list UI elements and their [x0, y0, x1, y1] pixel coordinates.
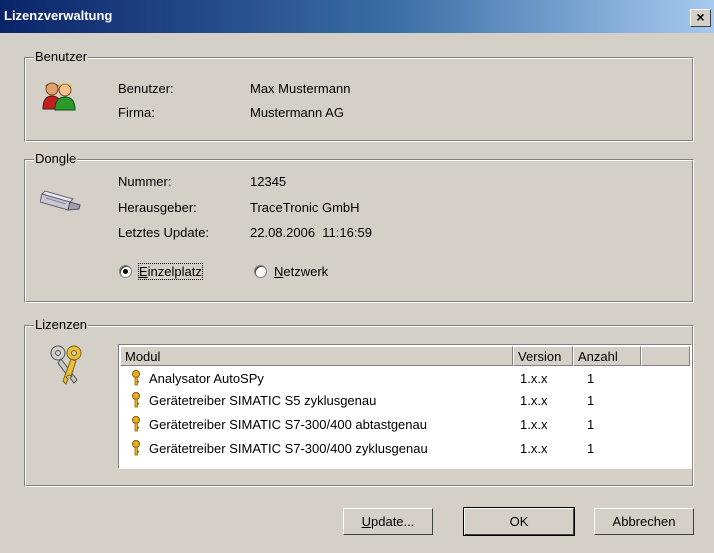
- radio-netzwerk[interactable]: Netzwerk: [254, 262, 354, 282]
- key-icon: [132, 416, 140, 432]
- modul-cell: Analysator AutoSPy: [149, 371, 264, 386]
- column-header-anzahl[interactable]: Anzahl: [573, 346, 641, 366]
- radio-netzwerk-circle[interactable]: [254, 265, 267, 278]
- publisher-label: Herausgeber:: [118, 200, 197, 215]
- user-value: Max Mustermann: [250, 81, 351, 96]
- key-icon: [132, 392, 140, 408]
- column-header-version[interactable]: Version: [513, 346, 573, 366]
- close-button[interactable]: ×: [690, 9, 711, 27]
- ok-button[interactable]: OK: [463, 507, 575, 536]
- benutzer-group: Benutzer: [24, 49, 694, 142]
- table-row[interactable]: Analysator AutoSPy 1.x.x 1: [121, 369, 689, 388]
- table-row[interactable]: Gerätetreiber SIMATIC S7-300/400 abtastg…: [121, 415, 689, 434]
- publisher-value: TraceTronic GmbH: [250, 200, 360, 215]
- anzahl-cell: 1: [587, 393, 595, 408]
- lizenzen-legend: Lizenzen: [34, 317, 89, 332]
- update-button[interactable]: Update...: [343, 508, 433, 535]
- dongle-legend: Dongle: [34, 151, 78, 166]
- modul-cell: Gerätetreiber SIMATIC S5 zyklusgenau: [149, 393, 377, 408]
- version-cell: 1.x.x: [520, 371, 548, 386]
- last-update-label: Letztes Update:: [118, 225, 210, 240]
- modul-cell: Gerätetreiber SIMATIC S7-300/400 zyklusg…: [149, 441, 428, 456]
- window-title: Lizenzverwaltung: [4, 8, 113, 23]
- version-cell: 1.x.x: [520, 393, 548, 408]
- number-label: Nummer:: [118, 174, 172, 189]
- column-header-modul[interactable]: Modul: [120, 346, 513, 366]
- key-icon: [132, 370, 140, 386]
- anzahl-cell: 1: [587, 441, 595, 456]
- benutzer-legend: Benutzer: [34, 49, 89, 64]
- user-label: Benutzer:: [118, 81, 174, 96]
- modul-cell: Gerätetreiber SIMATIC S7-300/400 abtastg…: [149, 417, 427, 432]
- key-icon: [132, 440, 140, 456]
- keys-icon: [50, 345, 82, 385]
- radio-einzelplatz[interactable]: Einzelplatz: [119, 262, 229, 282]
- table-row[interactable]: Gerätetreiber SIMATIC S5 zyklusgenau 1.x…: [121, 391, 689, 410]
- table-row[interactable]: Gerätetreiber SIMATIC S7-300/400 zyklusg…: [121, 439, 689, 458]
- users-icon: [42, 82, 76, 111]
- last-update-value: 22.08.2006 11:16:59: [250, 225, 372, 240]
- company-value: Mustermann AG: [250, 105, 344, 120]
- version-cell: 1.x.x: [520, 441, 548, 456]
- anzahl-cell: 1: [587, 417, 595, 432]
- license-table[interactable]: Modul Version Anzahl Analysator AutoSPy …: [118, 344, 692, 469]
- radio-netzwerk-label: Netzwerk: [274, 264, 329, 279]
- cancel-button[interactable]: Abbrechen: [594, 508, 694, 535]
- radio-einzelplatz-label: Einzelplatz: [138, 263, 203, 280]
- column-header-filler: [641, 346, 690, 366]
- usb-dongle-icon: [40, 190, 81, 211]
- title-bar[interactable]: Lizenzverwaltung ×: [0, 0, 714, 33]
- close-icon: ×: [696, 9, 705, 25]
- version-cell: 1.x.x: [520, 417, 548, 432]
- anzahl-cell: 1: [587, 371, 595, 386]
- company-label: Firma:: [118, 105, 155, 120]
- radio-einzelplatz-circle[interactable]: [119, 265, 132, 278]
- number-value: 12345: [250, 174, 287, 189]
